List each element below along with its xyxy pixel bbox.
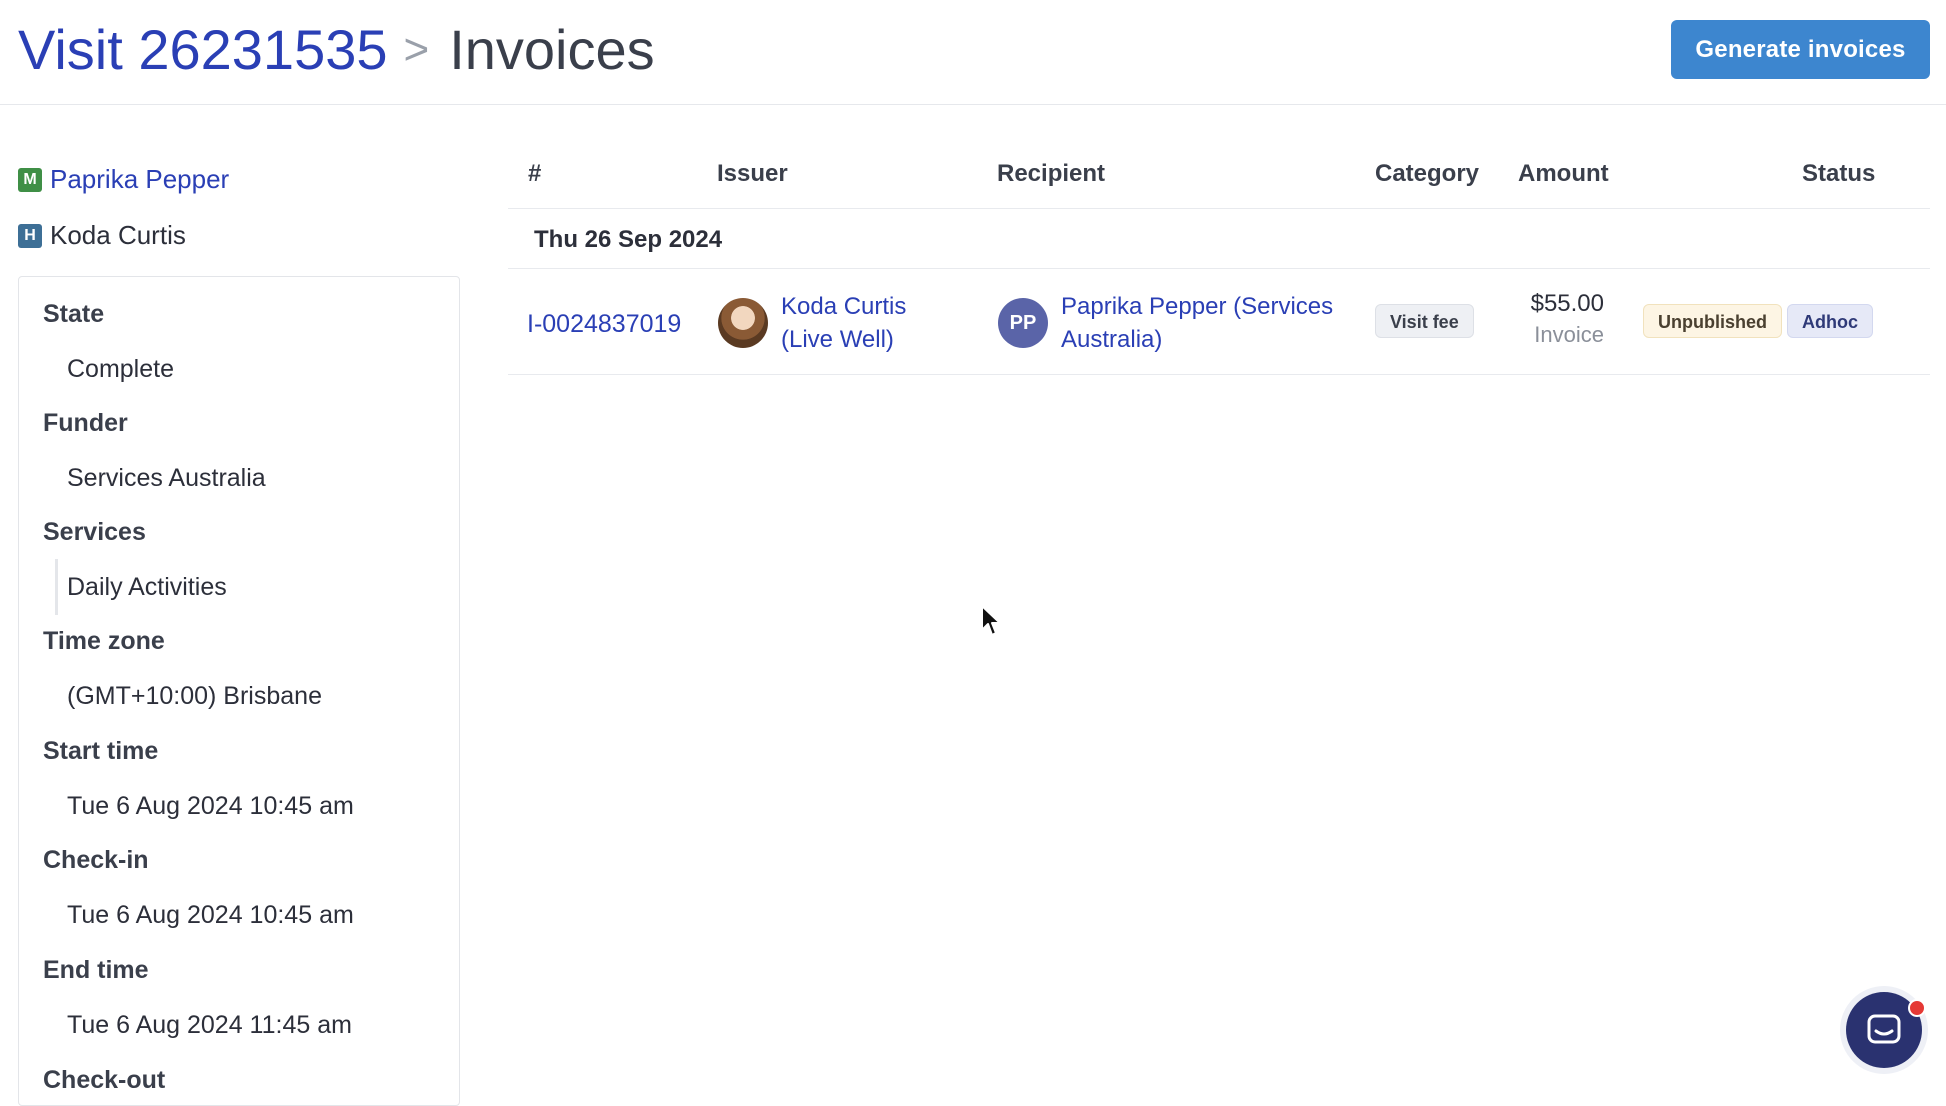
funder-value: Services Australia bbox=[67, 464, 266, 492]
amount-type: Invoice bbox=[1534, 322, 1604, 347]
state-label: State bbox=[43, 300, 105, 328]
page-header: Visit 26231535 > Invoices Generate invoi… bbox=[0, 0, 1946, 105]
worker-tag: H bbox=[18, 223, 42, 248]
visit-details-panel[interactable]: State Complete Funder Services Australia… bbox=[18, 276, 460, 1106]
issuer-org-line: (Live Well) bbox=[781, 326, 894, 353]
generate-invoices-button[interactable]: Generate invoices bbox=[1671, 20, 1930, 79]
group-date-heading: Thu 26 Sep 2024 bbox=[534, 226, 723, 253]
worker-name: Koda Curtis bbox=[50, 220, 186, 250]
status-badge: Unpublished bbox=[1643, 304, 1782, 338]
services-value: Daily Activities bbox=[67, 573, 227, 601]
start-time-label: Start time bbox=[43, 737, 159, 765]
services-divider bbox=[55, 559, 58, 615]
check-out-label: Check-out bbox=[43, 1066, 166, 1094]
column-header-recipient: Recipient bbox=[997, 160, 1106, 187]
check-in-value: Tue 6 Aug 2024 10:45 am bbox=[67, 901, 354, 929]
end-time-value: Tue 6 Aug 2024 11:45 am bbox=[67, 1011, 352, 1039]
amount-value: $55.00 bbox=[1530, 290, 1604, 317]
column-header-amount: Amount bbox=[1518, 160, 1609, 187]
recipient-name-link[interactable]: Paprika Pepper (Services Australia) bbox=[1061, 290, 1351, 356]
person-worker: H Koda Curtis bbox=[18, 220, 186, 251]
status-tag-badge: Adhoc bbox=[1787, 304, 1873, 338]
participant-name-link[interactable]: Paprika Pepper bbox=[50, 164, 229, 195]
group-divider bbox=[508, 268, 1930, 269]
notification-dot bbox=[1908, 999, 1926, 1017]
funder-label: Funder bbox=[43, 409, 128, 437]
breadcrumb-visit-link[interactable]: Visit 26231535 bbox=[18, 14, 388, 86]
header-divider bbox=[508, 208, 1930, 209]
column-header-number: # bbox=[528, 160, 542, 187]
person-participant: M Paprika Pepper bbox=[18, 164, 229, 195]
chat-bubble-icon bbox=[1867, 1014, 1901, 1044]
column-header-category: Category bbox=[1375, 160, 1480, 187]
start-time-value: Tue 6 Aug 2024 10:45 am bbox=[67, 792, 354, 820]
recipient-name-line: Paprika Pepper (Services bbox=[1061, 293, 1334, 320]
participant-tag: M bbox=[18, 167, 42, 192]
end-time-label: End time bbox=[43, 956, 149, 984]
timezone-label: Time zone bbox=[43, 627, 165, 655]
services-label: Services bbox=[43, 518, 146, 546]
timezone-value: (GMT+10:00) Brisbane bbox=[67, 682, 322, 710]
row-divider bbox=[508, 374, 1930, 375]
category-badge: Visit fee bbox=[1375, 304, 1474, 338]
recipient-name-line: Australia) bbox=[1061, 326, 1163, 353]
invoice-id-link[interactable]: I-0024837019 bbox=[527, 310, 681, 339]
issuer-name-line: Koda Curtis bbox=[781, 293, 907, 320]
breadcrumb-separator: > bbox=[403, 25, 430, 74]
page-title: Invoices bbox=[449, 18, 655, 81]
column-header-status: Status bbox=[1802, 160, 1876, 187]
state-value: Complete bbox=[67, 355, 174, 383]
column-header-issuer: Issuer bbox=[717, 160, 788, 187]
recipient-avatar: PP bbox=[998, 298, 1048, 348]
check-in-label: Check-in bbox=[43, 846, 149, 874]
mouse-pointer-icon bbox=[980, 604, 1002, 643]
issuer-name-link[interactable]: Koda Curtis (Live Well) bbox=[781, 290, 981, 356]
issuer-avatar bbox=[718, 298, 768, 348]
breadcrumb: Visit 26231535 > Invoices bbox=[18, 14, 655, 86]
